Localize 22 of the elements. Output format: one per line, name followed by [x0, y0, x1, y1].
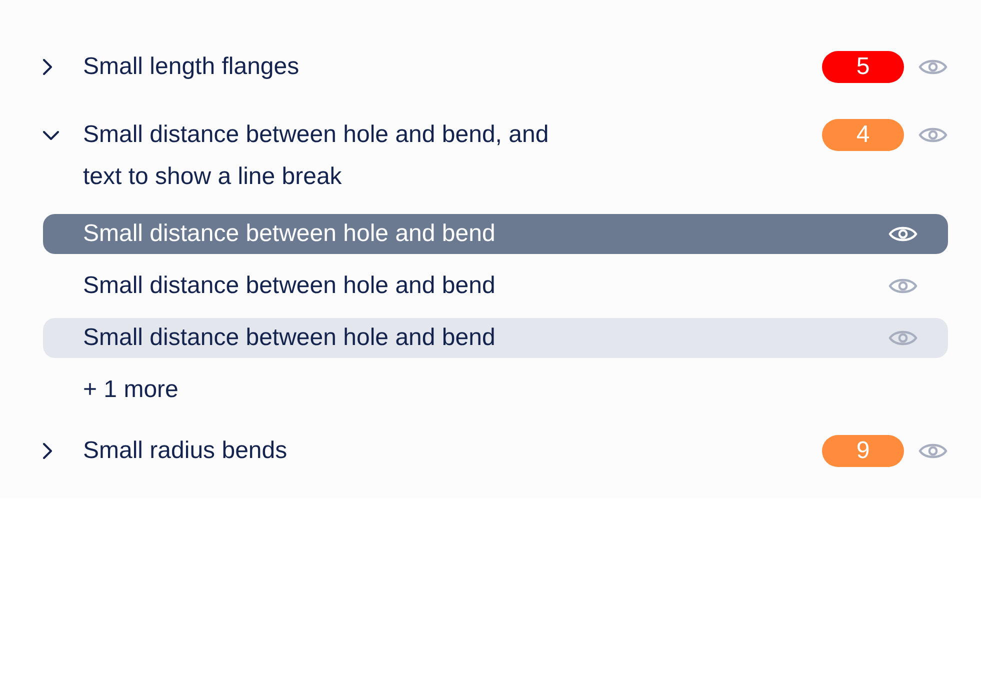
issue-label: Small distance between hole and bend	[83, 272, 496, 300]
eye-icon[interactable]	[918, 57, 948, 77]
issue-row[interactable]: Small distance between hole and bend	[43, 266, 948, 306]
count-badge: 9	[822, 435, 904, 467]
issue-row[interactable]: Small distance between hole and bend	[43, 214, 948, 254]
more-link[interactable]: + 1 more	[83, 370, 178, 410]
count-badge: 5	[822, 51, 904, 83]
eye-icon[interactable]	[918, 441, 948, 461]
chevron-down-icon[interactable]	[43, 130, 59, 140]
eye-icon[interactable]	[888, 328, 918, 348]
eye-icon[interactable]	[888, 276, 918, 296]
chevron-right-icon[interactable]	[43, 443, 52, 459]
issue-row[interactable]: Small distance between hole and bend	[43, 318, 948, 358]
eye-icon[interactable]	[888, 224, 918, 244]
count-badge: 4	[822, 119, 904, 151]
eye-icon[interactable]	[918, 125, 948, 145]
group-label[interactable]: Small radius bends	[83, 428, 583, 472]
issue-label: Small distance between hole and bend	[83, 324, 496, 352]
group-label[interactable]: Small length flanges	[83, 44, 583, 88]
issue-label: Small distance between hole and bend	[83, 220, 496, 248]
group-label[interactable]: Small distance between hole and bend, and text to show a line break	[83, 112, 583, 198]
chevron-right-icon[interactable]	[43, 59, 52, 75]
